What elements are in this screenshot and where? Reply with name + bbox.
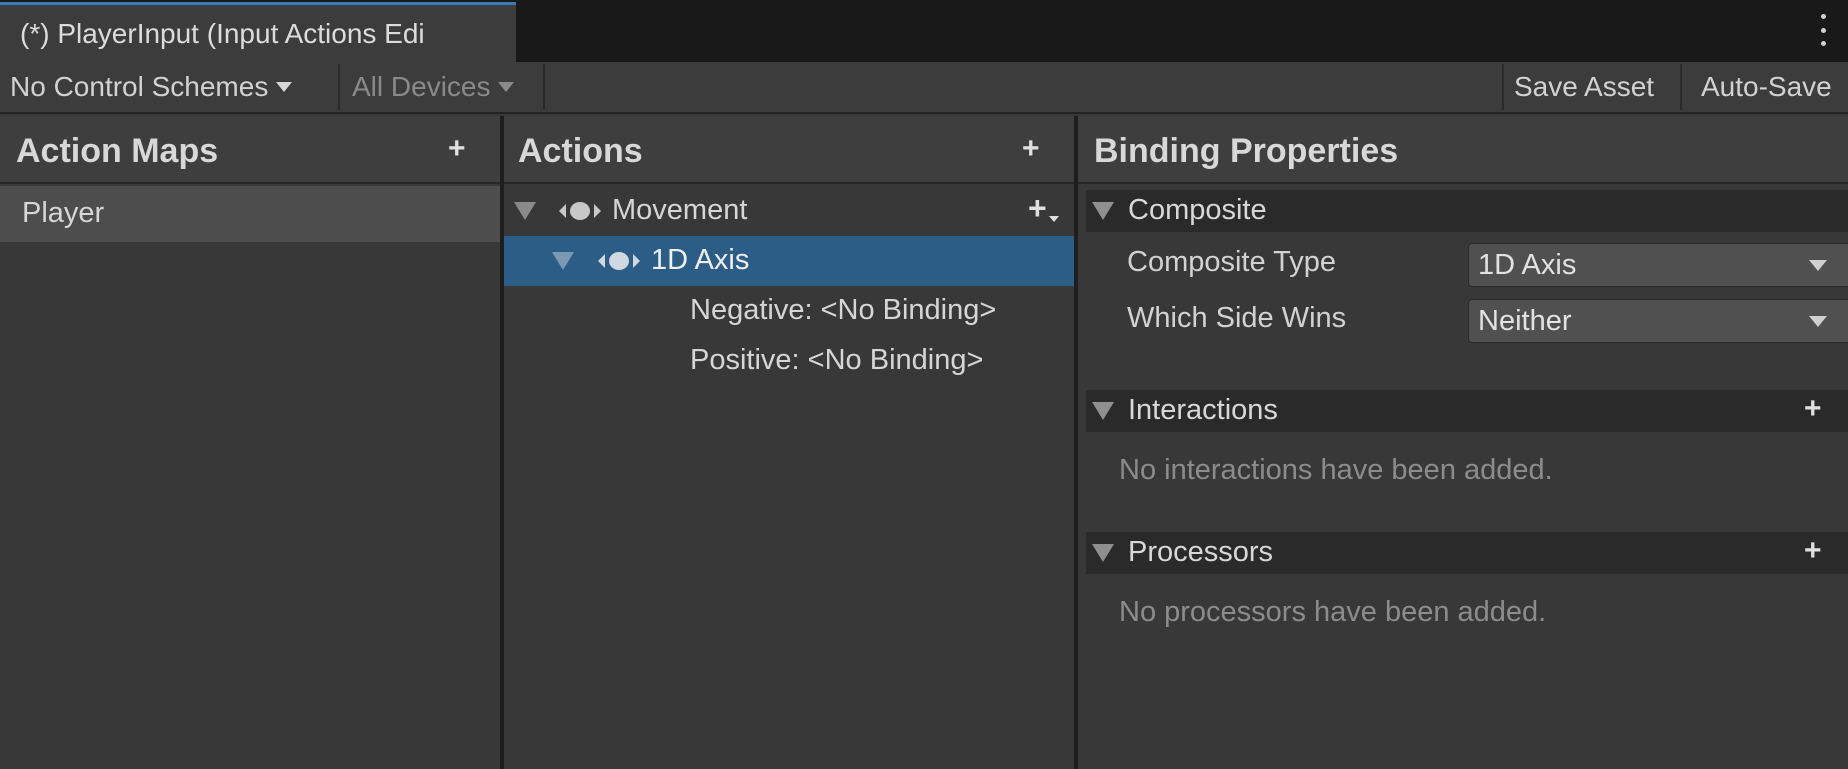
binding-label: Positive: <No Binding> [690, 344, 984, 376]
control-schemes-label: No Control Schemes [10, 71, 269, 102]
processors-empty-message: No processors have been added. [1119, 596, 1547, 628]
auto-save-toggle[interactable]: Auto-Save [1701, 62, 1832, 112]
foldout-arrow-icon[interactable] [1092, 202, 1114, 220]
save-asset-label: Save Asset [1514, 71, 1655, 102]
composite-section-title: Composite [1128, 194, 1267, 226]
which-side-wins-label: Which Side Wins [1127, 302, 1347, 334]
toolbar-divider [543, 64, 545, 110]
input-actions-editor: (*) PlayerInput (Input Actions Edi No Co… [0, 0, 1848, 769]
composite-binding-row[interactable]: 1D Axis [504, 236, 1074, 286]
which-side-wins-dropdown[interactable]: Neither [1468, 299, 1848, 343]
chevron-down-icon [276, 82, 293, 92]
action-maps-header: Action Maps + [0, 116, 500, 184]
save-asset-button[interactable]: Save Asset [1514, 62, 1654, 112]
binding-properties-header: Binding Properties [1078, 116, 1848, 184]
toolbar: No Control Schemes All Devices Save Asse… [0, 62, 1848, 114]
interactions-section-title: Interactions [1128, 394, 1278, 426]
chevron-down-icon [498, 82, 515, 92]
tab-bar: (*) PlayerInput (Input Actions Edi [0, 0, 1848, 62]
devices-dropdown[interactable]: All Devices [352, 62, 515, 112]
foldout-arrow-icon[interactable] [514, 202, 536, 220]
composite-label: 1D Axis [651, 244, 750, 276]
which-side-wins-value: Neither [1478, 304, 1572, 337]
processors-section-title: Processors [1128, 536, 1274, 568]
interactions-empty-message: No interactions have been added. [1119, 454, 1553, 486]
actions-header: Actions + [504, 116, 1074, 184]
chevron-down-icon [1809, 260, 1827, 271]
add-binding-button[interactable]: + [1028, 190, 1047, 227]
action-row[interactable]: Movement + [504, 186, 1074, 236]
binding-row[interactable]: Positive: <No Binding> [504, 336, 1074, 386]
add-action-button[interactable]: + [1022, 132, 1040, 166]
actions-title: Actions [518, 132, 643, 170]
processors-section-header[interactable]: Processors + [1086, 532, 1848, 574]
actions-panel: Actions + Movement + 1D Axis Negative: <… [504, 116, 1074, 769]
devices-label: All Devices [352, 71, 491, 102]
composite-type-dropdown[interactable]: 1D Axis [1468, 243, 1848, 287]
control-schemes-dropdown[interactable]: No Control Schemes [10, 62, 293, 112]
action-label: Movement [612, 194, 748, 226]
composite-type-value: 1D Axis [1478, 248, 1577, 281]
add-interaction-button[interactable]: + [1804, 392, 1822, 426]
action-maps-panel: Action Maps + Player [0, 116, 500, 769]
action-maps-title: Action Maps [16, 132, 219, 170]
list-item[interactable]: Player [0, 186, 500, 242]
tab-title: (*) PlayerInput (Input Actions Edi [20, 17, 425, 49]
binding-row[interactable]: Negative: <No Binding> [504, 286, 1074, 336]
composite-type-label: Composite Type [1127, 246, 1337, 278]
chevron-down-icon [1049, 216, 1059, 222]
foldout-arrow-icon[interactable] [1092, 402, 1114, 420]
auto-save-label: Auto-Save [1701, 71, 1832, 102]
action-value-icon [559, 202, 601, 220]
editor-tab[interactable]: (*) PlayerInput (Input Actions Edi [0, 2, 516, 62]
toolbar-divider [1680, 64, 1682, 110]
more-options-icon[interactable] [1818, 14, 1828, 46]
binding-properties-title: Binding Properties [1094, 132, 1399, 170]
action-map-label: Player [22, 197, 105, 229]
chevron-down-icon [1809, 316, 1827, 327]
toolbar-divider [338, 64, 340, 110]
foldout-arrow-icon[interactable] [1092, 544, 1114, 562]
add-action-map-button[interactable]: + [448, 132, 466, 166]
toolbar-divider [1502, 64, 1504, 110]
composite-icon [598, 252, 640, 270]
binding-label: Negative: <No Binding> [690, 294, 997, 326]
add-processor-button[interactable]: + [1804, 534, 1822, 568]
composite-section-header[interactable]: Composite [1086, 190, 1848, 232]
interactions-section-header[interactable]: Interactions + [1086, 390, 1848, 432]
foldout-arrow-icon[interactable] [552, 252, 574, 270]
